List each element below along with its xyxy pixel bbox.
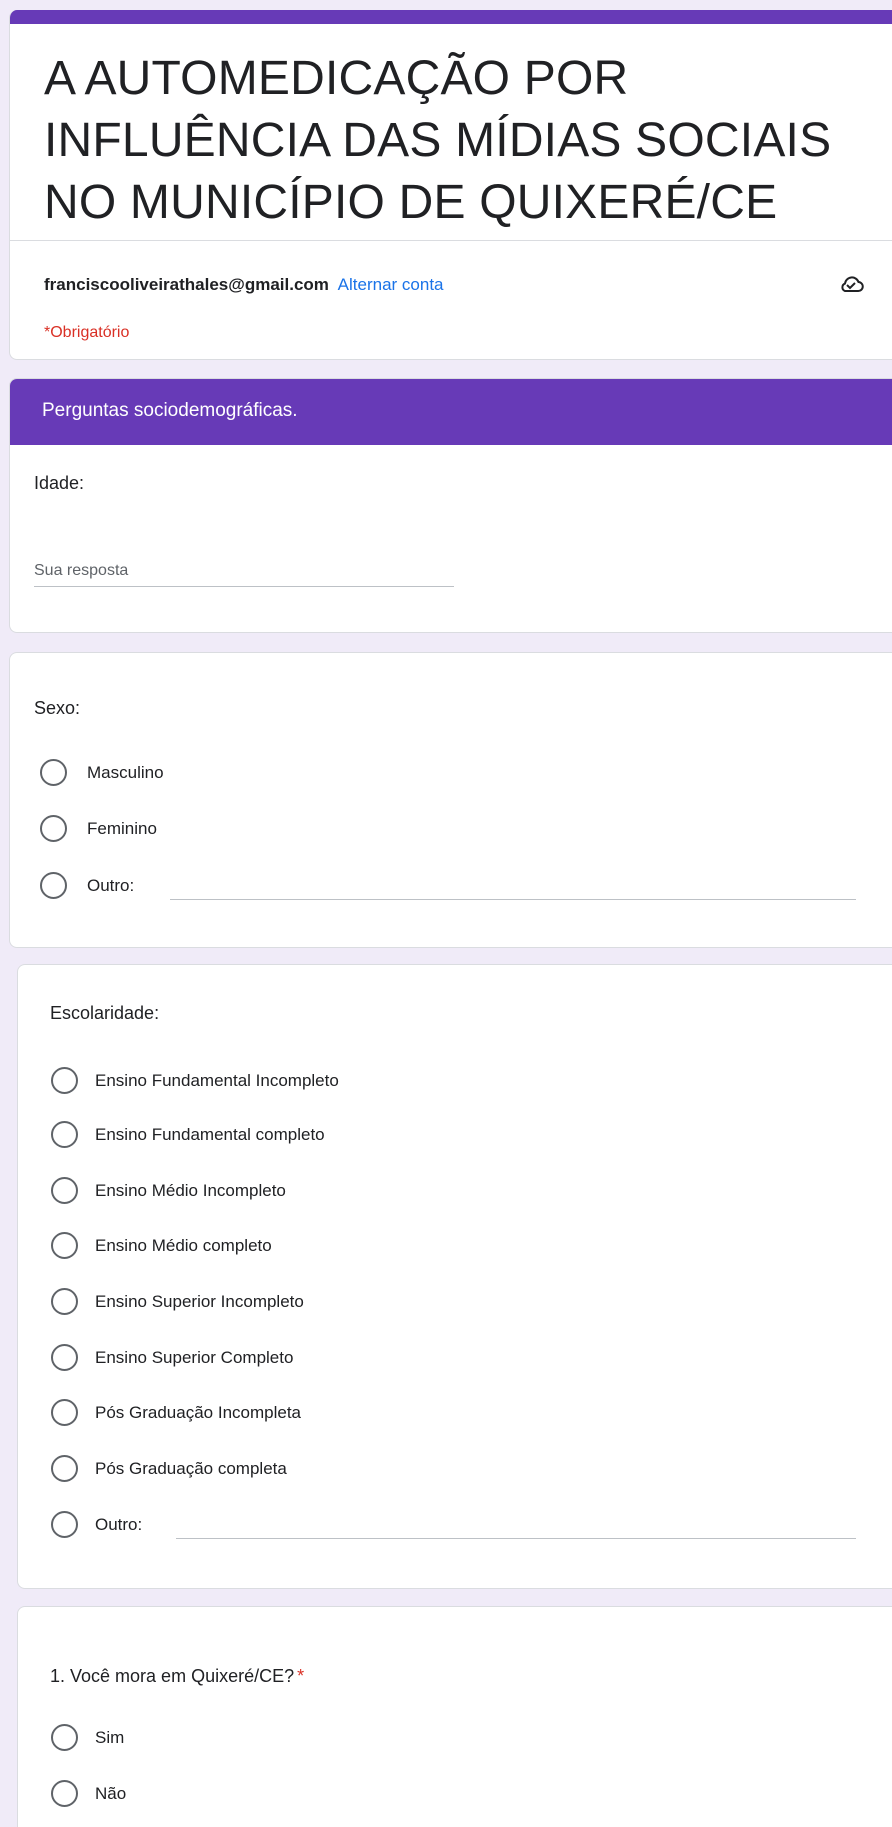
radio-q1-nao[interactable] — [51, 1780, 78, 1807]
question-idade-label: Idade: — [34, 473, 85, 493]
idade-answer-input[interactable]: Sua resposta — [34, 562, 128, 580]
question-1-card — [17, 1606, 892, 1827]
question-1-text: 1. Você mora em Quixeré/CE? — [50, 1666, 295, 1686]
option-label: Ensino Superior Incompleto — [95, 1292, 304, 1311]
required-asterisk: * — [297, 1666, 305, 1686]
required-note: *Obrigatório — [44, 324, 130, 341]
question-escolaridade-label: Escolaridade: — [50, 1003, 160, 1023]
escolaridade-outro-input[interactable] — [176, 1538, 856, 1539]
account-row: franciscooliveirathales@gmail.com Altern… — [44, 275, 444, 295]
radio-escolaridade-0[interactable] — [51, 1067, 78, 1094]
cloud-check-icon[interactable] — [838, 273, 864, 295]
radio-escolaridade-4[interactable] — [51, 1288, 78, 1315]
option-label: Pós Graduação completa — [95, 1459, 287, 1478]
header-accent-stripe — [10, 10, 892, 24]
option-label: Masculino — [87, 763, 164, 782]
idade-answer-underline — [34, 586, 454, 587]
option-label: Ensino Médio completo — [95, 1236, 272, 1255]
radio-sexo-masculino[interactable] — [40, 759, 67, 786]
question-1-label: 1. Você mora em Quixeré/CE? * — [50, 1666, 304, 1687]
radio-escolaridade-3[interactable] — [51, 1232, 78, 1259]
option-label: Ensino Fundamental completo — [95, 1125, 325, 1144]
radio-escolaridade-1[interactable] — [51, 1121, 78, 1148]
radio-escolaridade-outro[interactable] — [51, 1511, 78, 1538]
option-label: Pós Graduação Incompleta — [95, 1403, 302, 1422]
form-title: A AUTOMEDICAÇÃO POR INFLUÊNCIA DAS MÍDIA… — [44, 52, 832, 229]
radio-sexo-feminino[interactable] — [40, 815, 67, 842]
option-label: Ensino Fundamental Incompleto — [95, 1071, 339, 1090]
option-label: Não — [95, 1784, 127, 1803]
question-sexo-label: Sexo: — [34, 698, 81, 718]
sexo-outro-input[interactable] — [170, 899, 856, 900]
option-label: Ensino Superior Completo — [95, 1348, 294, 1367]
form-header-card: A AUTOMEDICAÇÃO POR INFLUÊNCIA DAS MÍDIA… — [9, 10, 892, 360]
option-label: Feminino — [87, 819, 157, 838]
radio-escolaridade-6[interactable] — [51, 1399, 78, 1426]
switch-account-link[interactable]: Alternar conta — [338, 275, 444, 294]
section-header-bar: Perguntas sociodemográficas. — [10, 379, 892, 445]
option-label: Outro: — [87, 876, 135, 895]
section-title: Perguntas sociodemográficas. — [42, 400, 298, 421]
radio-sexo-outro[interactable] — [40, 872, 67, 899]
option-label: Ensino Médio Incompleto — [95, 1181, 286, 1200]
section-card: Perguntas sociodemográficas. — [9, 378, 892, 633]
question-escolaridade-card — [17, 964, 892, 1589]
question-sexo-card — [9, 652, 892, 948]
header-divider — [10, 240, 892, 241]
account-email: franciscooliveirathales@gmail.com — [44, 275, 329, 294]
radio-escolaridade-2[interactable] — [51, 1177, 78, 1204]
option-label: Outro: — [95, 1515, 143, 1534]
radio-escolaridade-5[interactable] — [51, 1344, 78, 1371]
radio-escolaridade-7[interactable] — [51, 1455, 78, 1482]
option-label: Sim — [95, 1728, 125, 1747]
radio-q1-sim[interactable] — [51, 1724, 78, 1751]
